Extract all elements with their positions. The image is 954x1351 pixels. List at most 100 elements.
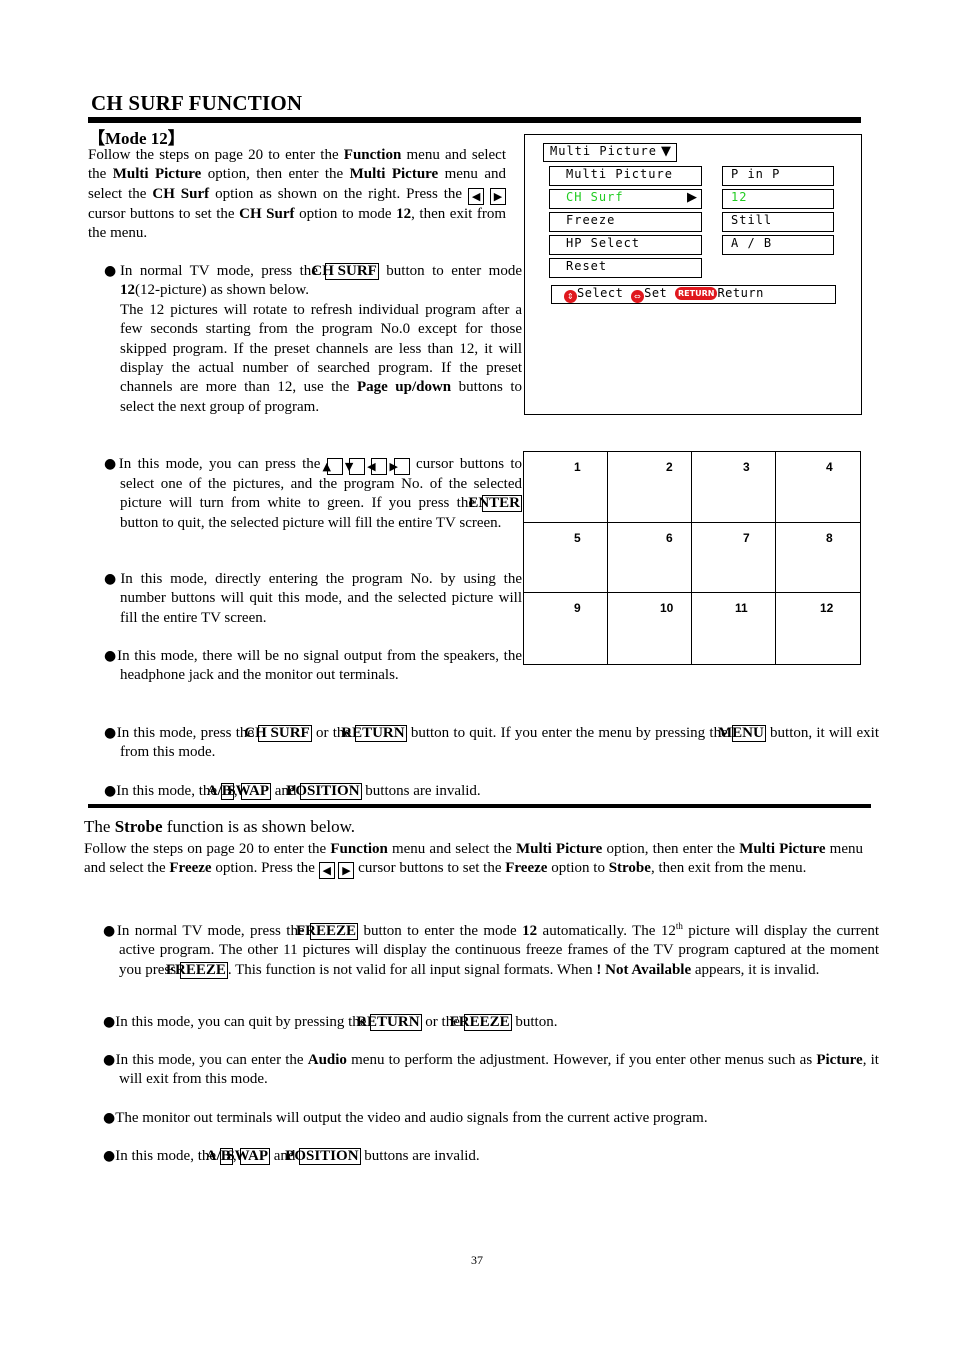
- grid-cell: 12: [776, 593, 860, 664]
- swap-key-label: SWAP: [227, 783, 271, 800]
- page-title: CH SURF FUNCTION: [91, 91, 303, 115]
- bullet-icon: ●: [103, 923, 117, 939]
- program-number: 8: [826, 530, 833, 545]
- intro-paragraph: Follow the steps on page 20 to enter the…: [88, 146, 506, 244]
- bullet-item: ●In normal TV mode, press the CH SURF bu…: [104, 262, 522, 417]
- osd-value-label: P in P: [731, 167, 781, 181]
- text-bold: Function: [343, 147, 402, 163]
- osd-item-label: Reset: [566, 259, 608, 273]
- text: Follow the steps on page 20 to enter the: [84, 841, 331, 857]
- bullet-item: ●In normal TV mode, press the FREEZE but…: [103, 917, 879, 980]
- text: menu to perform the adjustment. However,…: [346, 1052, 817, 1068]
- grid-cell: 6: [608, 522, 692, 594]
- text-bold: Multi Picture: [515, 841, 603, 857]
- set-hint-label: Set: [644, 286, 668, 300]
- text-bold: Multi Picture: [112, 166, 202, 183]
- text: In this mode, the: [116, 783, 221, 799]
- text-bold: CH Surf: [239, 205, 295, 222]
- section-divider: [88, 804, 871, 808]
- text-bold: Audio: [307, 1052, 347, 1068]
- title-rule: [88, 117, 861, 123]
- text-bold: Function: [330, 841, 388, 857]
- text: buttons are invalid.: [361, 783, 481, 799]
- text: option to mode: [294, 205, 397, 222]
- position-key-label: POSITION: [286, 783, 362, 800]
- text: , then exit from the menu.: [650, 860, 807, 877]
- text-bold: Strobe: [114, 817, 163, 836]
- text: option, then enter the: [602, 841, 740, 857]
- position-key-label: POSITION: [285, 1148, 361, 1165]
- osd-item-label: Freeze: [566, 213, 616, 227]
- bullet-item: ●In this mode, the A/B, SWAP and POSITIO…: [103, 1147, 879, 1166]
- program-number: 9: [574, 601, 581, 616]
- bullet-icon: ●: [104, 456, 119, 472]
- swap-key-label: SWAP: [226, 1148, 270, 1165]
- osd-value-ch-surf: 12: [722, 189, 834, 209]
- text: button to enter mode: [378, 263, 522, 279]
- down-arrow-key-icon: ▼: [345, 458, 366, 475]
- text: button to enter the mode: [358, 923, 523, 939]
- text: . This function is not valid for all inp…: [227, 961, 597, 978]
- osd-value-label: Still: [731, 213, 773, 227]
- osd-header: Multi Picture ▼: [543, 143, 677, 162]
- program-number: 1: [574, 460, 581, 474]
- osd-menu-item-freeze: Freeze: [549, 212, 702, 232]
- text-bold: ! Not Available: [596, 961, 692, 978]
- left-arrow-key-icon: ◀: [318, 862, 335, 880]
- osd-value-label: A / B: [731, 236, 773, 250]
- left-arrow-key-icon: ◀: [367, 458, 388, 475]
- enter-key-label: ENTER: [468, 495, 522, 513]
- up-arrow-key-icon: ▲: [323, 458, 343, 475]
- text: In this mode, press the: [116, 725, 259, 741]
- text: button to quit, the selected picture wil…: [120, 514, 502, 531]
- bullet-icon: ●: [103, 1110, 116, 1126]
- freeze-key-label: FREEZE: [296, 923, 359, 940]
- return-key-label: RETURN: [341, 725, 407, 742]
- bullet-icon: ●: [103, 1052, 116, 1068]
- strobe-heading: The Strobe function is as shown below.: [84, 817, 355, 837]
- program-number: 5: [574, 530, 581, 545]
- text: The monitor out terminals will output th…: [115, 1110, 708, 1126]
- text: cursor buttons to set the: [88, 205, 240, 222]
- right-arrow-key-icon: ▶: [390, 458, 410, 475]
- bullet-icon: ●: [104, 783, 117, 799]
- osd-item-label: Multi Picture: [566, 167, 673, 181]
- text: In normal TV mode, press the: [116, 923, 311, 939]
- osd-menu-item-multi-picture: Multi Picture: [549, 166, 702, 186]
- text: automatically. The 12: [537, 923, 676, 939]
- text-bold: Picture: [816, 1052, 863, 1068]
- grid-cell: 5: [524, 522, 608, 594]
- osd-menu-item-hp-select: HP Select: [549, 235, 702, 255]
- bullet-icon: ●: [103, 1148, 116, 1164]
- text: cursor buttons to set the: [354, 860, 506, 877]
- program-number: 6: [666, 530, 673, 545]
- text: Follow the steps on page 20 to enter the: [88, 147, 344, 163]
- text: (12-picture) as shown below.: [135, 282, 309, 299]
- select-updown-icon: ⇕: [564, 290, 577, 303]
- osd-value-p-in-p: P in P: [722, 166, 834, 186]
- bullet-item: ●In this mode, press the CH SURF or the …: [104, 724, 879, 763]
- text-bold: Multi Picture: [739, 841, 826, 857]
- text: option. Press the: [211, 860, 319, 877]
- bullet-item: ●In this mode, there will be no signal o…: [104, 647, 522, 686]
- osd-menu-item-reset: Reset: [549, 258, 702, 278]
- text-bold: 12: [522, 923, 538, 939]
- osd-value-hp-select: A / B: [722, 235, 834, 255]
- submenu-arrow-icon: ▶: [687, 190, 698, 205]
- grid-cell: 4: [776, 452, 860, 523]
- osd-header-label: Multi Picture: [550, 144, 657, 158]
- program-number: 7: [743, 530, 750, 545]
- return-key-label: RETURN: [356, 1014, 422, 1031]
- bullet-icon: ●: [103, 1014, 116, 1030]
- program-number: 4: [826, 460, 833, 474]
- grid-cell: 2: [608, 452, 692, 523]
- text: In this mode, you can enter the: [115, 1052, 308, 1068]
- grid-cell: 8: [776, 523, 860, 594]
- text-bold: Strobe: [608, 860, 651, 877]
- text-bold: Freeze: [169, 860, 212, 877]
- text: In this mode, the: [115, 1148, 220, 1164]
- bullet-icon: ●: [104, 725, 117, 741]
- right-arrow-key-icon: ▶: [490, 187, 506, 205]
- superscript: th: [675, 921, 683, 931]
- grid-cell: 10: [608, 593, 692, 664]
